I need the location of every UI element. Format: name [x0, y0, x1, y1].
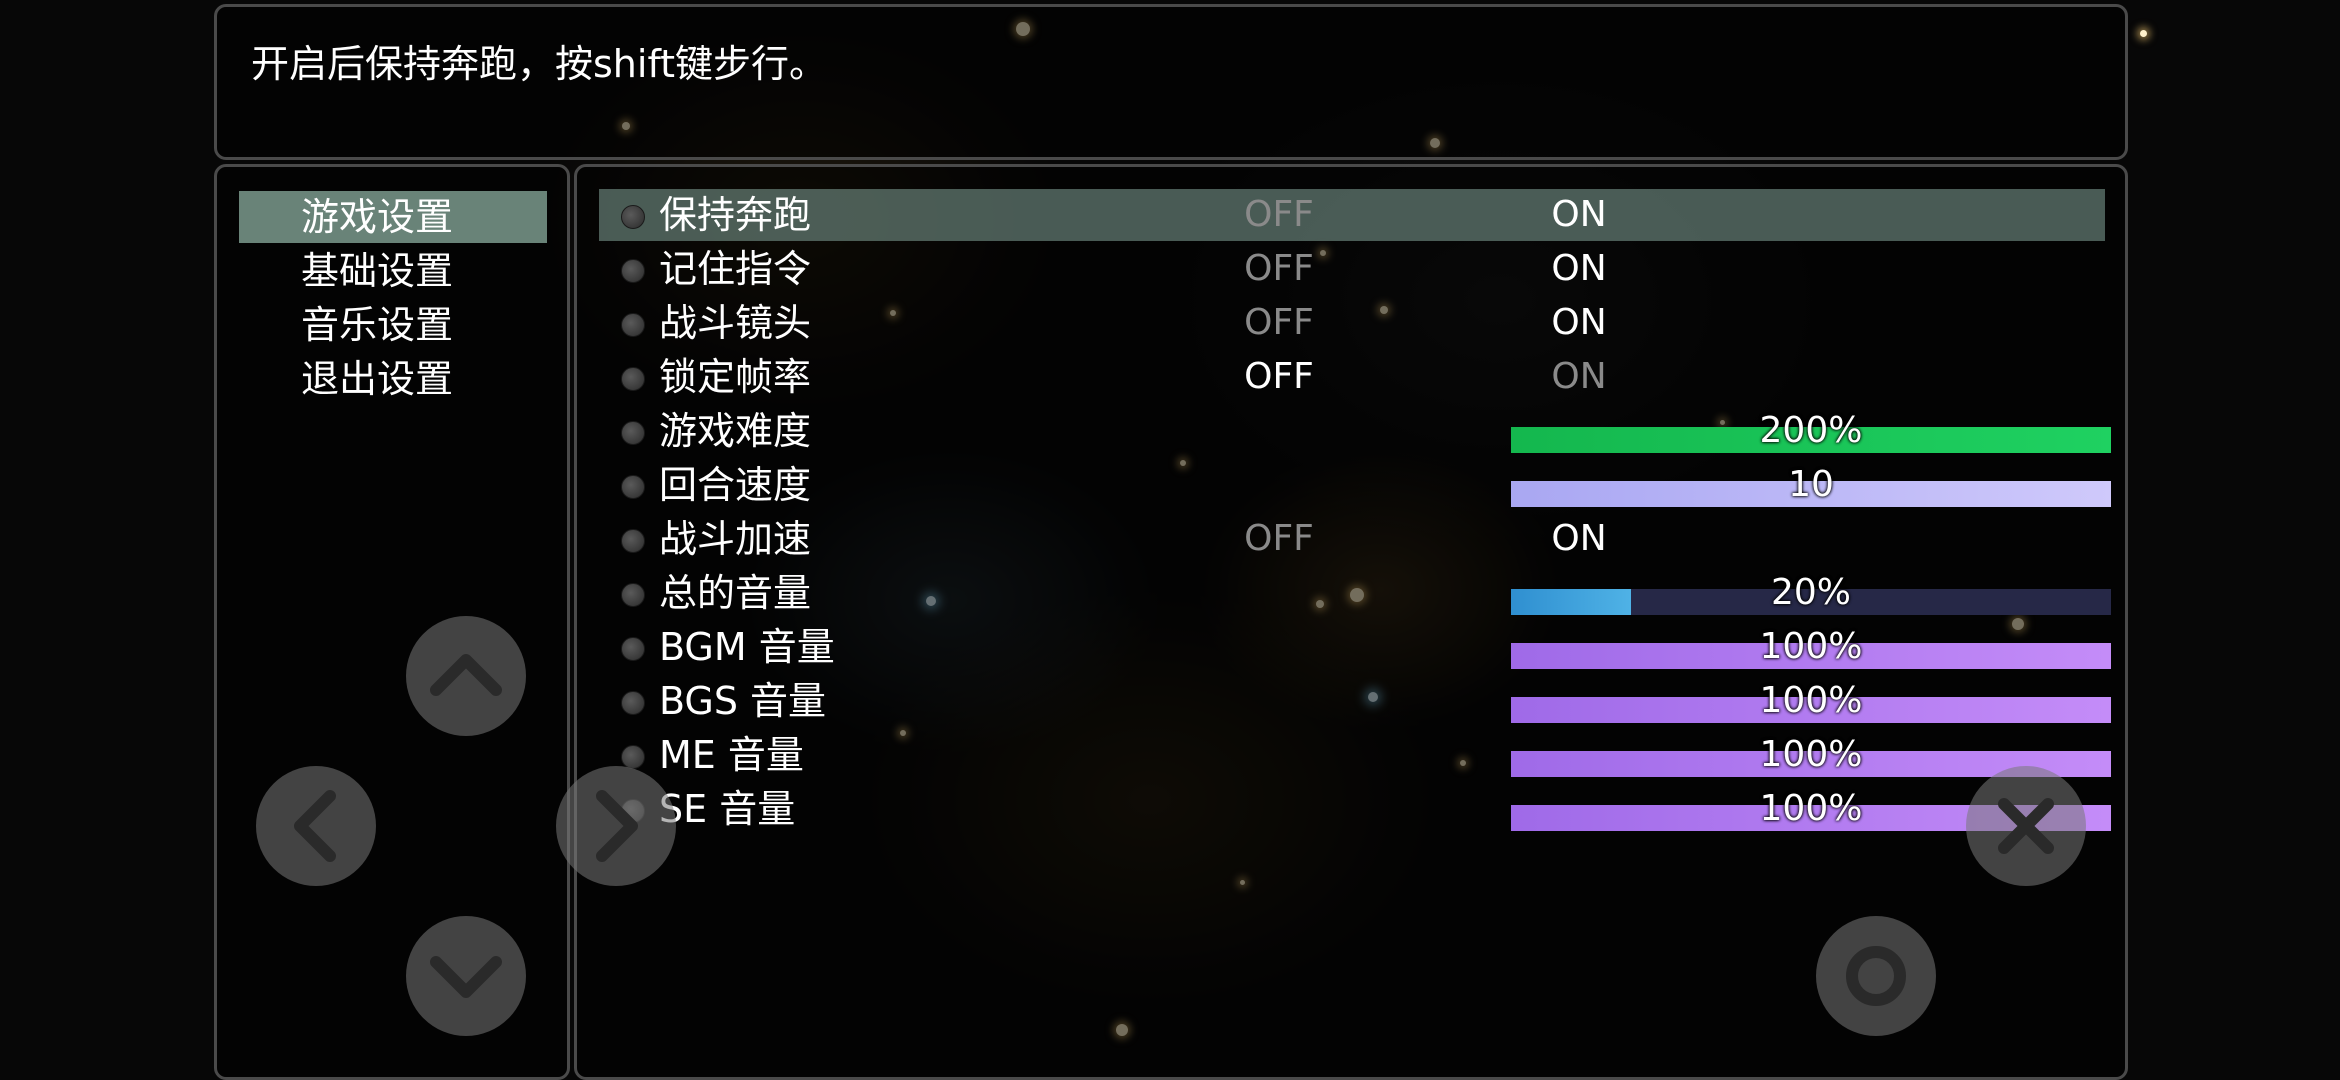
radio-dot-icon	[621, 475, 645, 499]
confirm-button[interactable]	[1816, 916, 1936, 1036]
option-label: 回合速度	[659, 463, 812, 507]
gauge-bar[interactable]: 100%	[1511, 680, 2111, 723]
radio-dot-icon	[621, 259, 645, 283]
option-label: BGS 音量	[659, 679, 827, 723]
down-button[interactable]	[406, 916, 526, 1036]
category-game-settings[interactable]: 游戏设置	[239, 191, 547, 243]
option-row-se-volume[interactable]: SE 音量 100%	[599, 783, 2111, 835]
gauge-bar[interactable]: 100%	[1511, 626, 2111, 669]
right-button[interactable]	[556, 766, 676, 886]
option-label: ME 音量	[659, 733, 804, 777]
gauge-bar[interactable]: 10	[1511, 464, 2111, 507]
radio-dot-icon	[621, 421, 645, 445]
option-label: 战斗加速	[659, 517, 812, 561]
radio-dot-icon	[621, 637, 645, 661]
toggle-on[interactable]: ON	[1519, 243, 1639, 295]
circle-icon	[1846, 946, 1906, 1006]
option-row-bgs-volume[interactable]: BGS 音量 100%	[599, 675, 2111, 727]
radio-dot-icon	[621, 583, 645, 607]
radio-dot-icon	[621, 205, 645, 229]
category-label: 游戏设置	[301, 195, 454, 239]
toggle-on[interactable]: ON	[1519, 189, 1639, 241]
category-label: 音乐设置	[301, 303, 454, 347]
chevron-up-icon	[430, 654, 502, 696]
radio-dot-icon	[621, 529, 645, 553]
option-row-turn-speed[interactable]: 回合速度 10	[599, 459, 2111, 511]
category-music-settings[interactable]: 音乐设置	[239, 299, 547, 351]
option-row-lock-framerate[interactable]: 锁定帧率 OFF ON	[599, 351, 2105, 403]
up-button[interactable]	[406, 616, 526, 736]
cancel-button[interactable]	[1966, 766, 2086, 886]
option-label: 战斗镜头	[659, 301, 812, 345]
toggle-off[interactable]: OFF	[1219, 189, 1339, 241]
option-row-always-dash[interactable]: 保持奔跑 OFF ON	[599, 189, 2105, 241]
toggle-off[interactable]: OFF	[1219, 243, 1339, 295]
radio-dot-icon	[621, 313, 645, 337]
gauge-value: 100%	[1759, 626, 1863, 667]
option-row-difficulty[interactable]: 游戏难度 200%	[599, 405, 2111, 457]
toggle-on[interactable]: ON	[1519, 513, 1639, 565]
option-label: 锁定帧率	[659, 355, 812, 399]
option-label: 游戏难度	[659, 409, 812, 453]
gauge-bar[interactable]: 20%	[1511, 572, 2111, 615]
left-button[interactable]	[256, 766, 376, 886]
radio-dot-icon	[621, 691, 645, 715]
help-window: 开启后保持奔跑，按shift键步行。	[214, 4, 2128, 160]
option-label: 总的音量	[659, 571, 812, 615]
gauge-value: 200%	[1759, 410, 1863, 451]
gauge-value: 10	[1788, 464, 1834, 505]
option-row-me-volume[interactable]: ME 音量 100%	[599, 729, 2111, 781]
radio-dot-icon	[621, 367, 645, 391]
chevron-right-icon	[596, 790, 638, 862]
toggle-off[interactable]: OFF	[1219, 297, 1339, 349]
option-row-command-remember[interactable]: 记住指令 OFF ON	[599, 243, 2105, 295]
gauge-value: 100%	[1759, 680, 1863, 721]
option-label: 保持奔跑	[659, 193, 812, 237]
close-icon	[1998, 798, 2054, 854]
category-label: 退出设置	[301, 357, 454, 401]
gauge-value: 20%	[1770, 572, 1851, 613]
option-row-bgm-volume[interactable]: BGM 音量 100%	[599, 621, 2111, 673]
category-basic-settings[interactable]: 基础设置	[239, 245, 547, 297]
chevron-left-icon	[294, 790, 336, 862]
category-exit-settings[interactable]: 退出设置	[239, 353, 547, 405]
category-label: 基础设置	[301, 249, 454, 293]
toggle-off[interactable]: OFF	[1219, 351, 1339, 403]
option-label: SE 音量	[659, 787, 796, 831]
gauge-bar[interactable]: 200%	[1511, 410, 2111, 453]
option-label: 记住指令	[659, 247, 812, 291]
option-label: BGM 音量	[659, 625, 835, 669]
toggle-off[interactable]: OFF	[1219, 513, 1339, 565]
option-row-battle-camera[interactable]: 战斗镜头 OFF ON	[599, 297, 2105, 349]
toggle-on[interactable]: ON	[1519, 351, 1639, 403]
option-row-battle-speedup[interactable]: 战斗加速 OFF ON	[599, 513, 2105, 565]
option-row-master-volume[interactable]: 总的音量 20%	[599, 567, 2111, 619]
toggle-on[interactable]: ON	[1519, 297, 1639, 349]
help-text: 开启后保持奔跑，按shift键步行。	[251, 42, 828, 86]
chevron-down-icon	[430, 956, 502, 998]
